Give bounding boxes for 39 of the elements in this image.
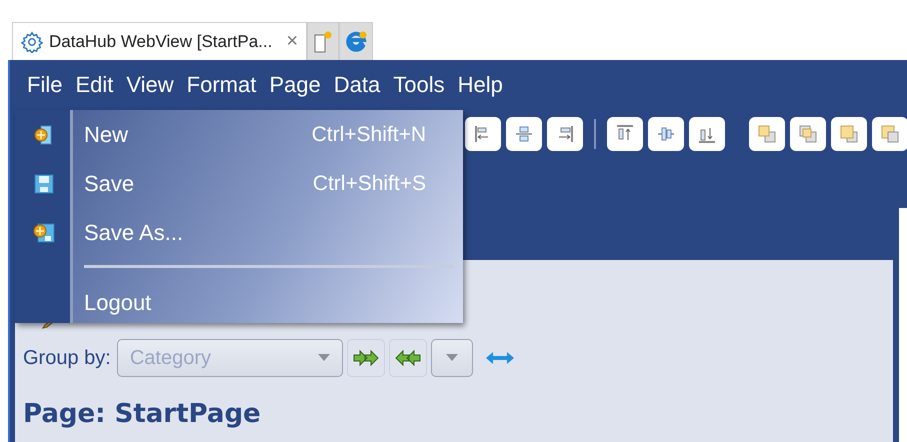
double-arrow-left-icon (394, 349, 422, 367)
menu-item[interactable]: Save As... (15, 208, 463, 257)
menu-item[interactable]: Edit (71, 72, 122, 98)
tab[interactable] (339, 22, 374, 60)
tab[interactable] (307, 22, 340, 60)
expand-button[interactable] (346, 339, 385, 377)
toolbar-button[interactable] (790, 117, 826, 151)
toolbar-button[interactable] (607, 117, 643, 151)
double-arrow-right-icon (352, 349, 380, 367)
toolbar-button[interactable] (547, 117, 583, 151)
page-heading: Page: StartPage (23, 399, 262, 429)
toolbar-button[interactable] (506, 117, 542, 151)
toolbar-button[interactable] (648, 117, 684, 151)
dropdown-button[interactable] (430, 339, 473, 377)
menu-item[interactable]: View (122, 72, 182, 98)
toolbar-button[interactable] (749, 117, 785, 151)
toolbar-button[interactable] (831, 117, 867, 151)
double-headed-arrow-icon[interactable] (484, 351, 515, 365)
toolbar-button[interactable] (465, 117, 501, 151)
caret-icon (318, 354, 330, 362)
menu-item[interactable]: Data (330, 72, 388, 98)
menu-item[interactable]: New Ctrl+Shift+N (15, 110, 463, 159)
collapse-button[interactable] (388, 339, 427, 377)
caret-icon (446, 354, 458, 362)
menu-item[interactable]: Help (454, 72, 511, 98)
menu-item[interactable]: Format (182, 72, 264, 98)
toolbar-button[interactable] (689, 117, 725, 151)
close-icon[interactable]: × (286, 30, 298, 53)
group-by-label: Group by: (23, 346, 111, 370)
new-page-icon (312, 30, 334, 54)
menu-item[interactable]: Save Ctrl+Shift+S (15, 159, 463, 208)
browser-icon (344, 30, 368, 54)
tab[interactable]: DataHub WebView [StartPa... × (12, 22, 308, 60)
gear-icon (21, 30, 43, 52)
menu-item[interactable]: Page (265, 72, 329, 98)
menu-item[interactable]: File (23, 72, 70, 98)
menu-item[interactable]: Tools (389, 72, 453, 98)
floppy-disk-star-icon (32, 220, 56, 244)
menu-item[interactable]: Logout (15, 278, 463, 327)
